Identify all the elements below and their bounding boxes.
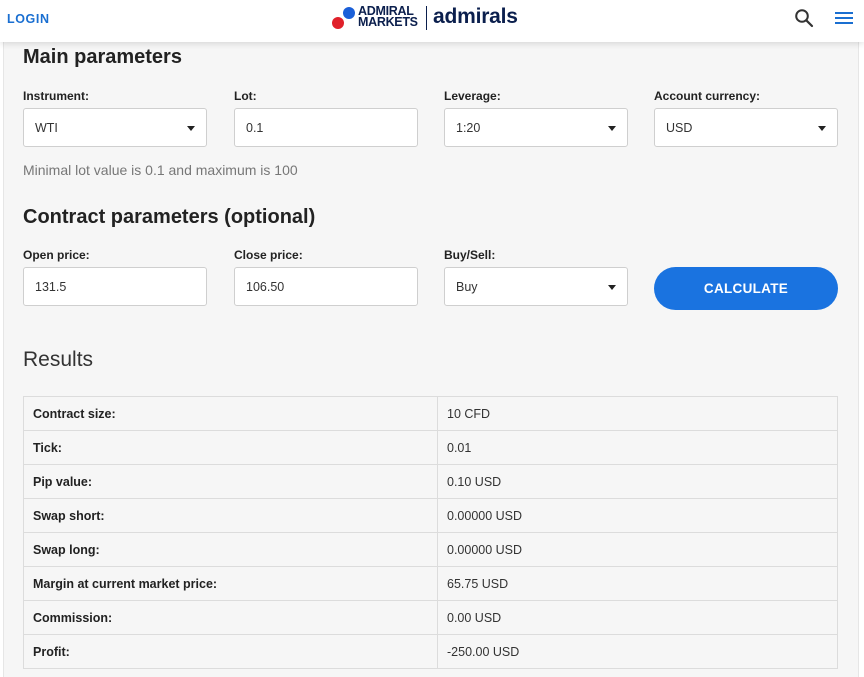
search-icon[interactable] — [794, 8, 814, 28]
account-currency-label: Account currency: — [654, 89, 761, 103]
logo-dots-icon — [332, 5, 358, 33]
result-key: Swap short: — [23, 498, 438, 533]
leverage-label: Leverage: — [444, 89, 501, 103]
logo-brand: admirals — [433, 5, 518, 28]
table-row: Swap short: 0.00000 USD — [23, 498, 838, 533]
result-value: 0.10 USD — [437, 464, 838, 499]
result-key: Commission: — [23, 600, 438, 635]
result-value: 10 CFD — [437, 396, 838, 431]
close-price-input[interactable]: 106.50 — [234, 267, 418, 306]
result-key: Margin at current market price: — [23, 566, 438, 601]
result-value: 0.00000 USD — [437, 498, 838, 533]
result-key: Pip value: — [23, 464, 438, 499]
result-value: 65.75 USD — [437, 566, 838, 601]
table-row: Pip value: 0.10 USD — [23, 464, 838, 499]
results-table: Contract size: 10 CFD Tick: 0.01 Pip val… — [23, 396, 838, 669]
instrument-select[interactable]: WTI — [23, 108, 207, 147]
open-price-label: Open price: — [23, 248, 90, 262]
result-key: Contract size: — [23, 396, 438, 431]
table-row: Profit: -250.00 USD — [23, 634, 838, 669]
instrument-label: Instrument: — [23, 89, 89, 103]
chevron-down-icon — [608, 126, 616, 131]
result-value: -250.00 USD — [437, 634, 838, 669]
table-row: Swap long: 0.00000 USD — [23, 532, 838, 567]
buy-sell-label: Buy/Sell: — [444, 248, 496, 262]
account-currency-select[interactable]: USD — [654, 108, 838, 147]
result-key: Tick: — [23, 430, 438, 465]
buy-sell-select[interactable]: Buy — [444, 267, 628, 306]
result-key: Swap long: — [23, 532, 438, 567]
results-title: Results — [23, 348, 94, 371]
leverage-select[interactable]: 1:20 — [444, 108, 628, 147]
logo-wordmark: ADMIRAL MARKETS — [358, 4, 418, 29]
login-link[interactable]: LOGIN — [7, 12, 50, 26]
logo-divider — [426, 6, 427, 30]
calculate-button[interactable]: CALCULATE — [654, 267, 838, 310]
chevron-down-icon — [818, 126, 826, 131]
table-row: Commission: 0.00 USD — [23, 600, 838, 635]
site-header: LOGIN ADMIRAL MARKETS admirals — [0, 0, 864, 42]
open-price-input[interactable]: 131.5 — [23, 267, 207, 306]
close-price-label: Close price: — [234, 248, 303, 262]
result-value: 0.00 USD — [437, 600, 838, 635]
result-value: 0.01 — [437, 430, 838, 465]
main-parameters-title: Main parameters — [23, 46, 182, 68]
chevron-down-icon — [187, 126, 195, 131]
table-row: Tick: 0.01 — [23, 430, 838, 465]
lot-label: Lot: — [234, 89, 257, 103]
hamburger-menu-icon[interactable] — [834, 9, 854, 27]
table-row: Margin at current market price: 65.75 US… — [23, 566, 838, 601]
table-row: Contract size: 10 CFD — [23, 396, 838, 431]
lot-hint: Minimal lot value is 0.1 and maximum is … — [23, 162, 298, 178]
contract-parameters-title: Contract parameters (optional) — [23, 206, 316, 228]
result-key: Profit: — [23, 634, 438, 669]
lot-input[interactable]: 0.1 — [234, 108, 418, 147]
chevron-down-icon — [608, 285, 616, 290]
result-value: 0.00000 USD — [437, 532, 838, 567]
